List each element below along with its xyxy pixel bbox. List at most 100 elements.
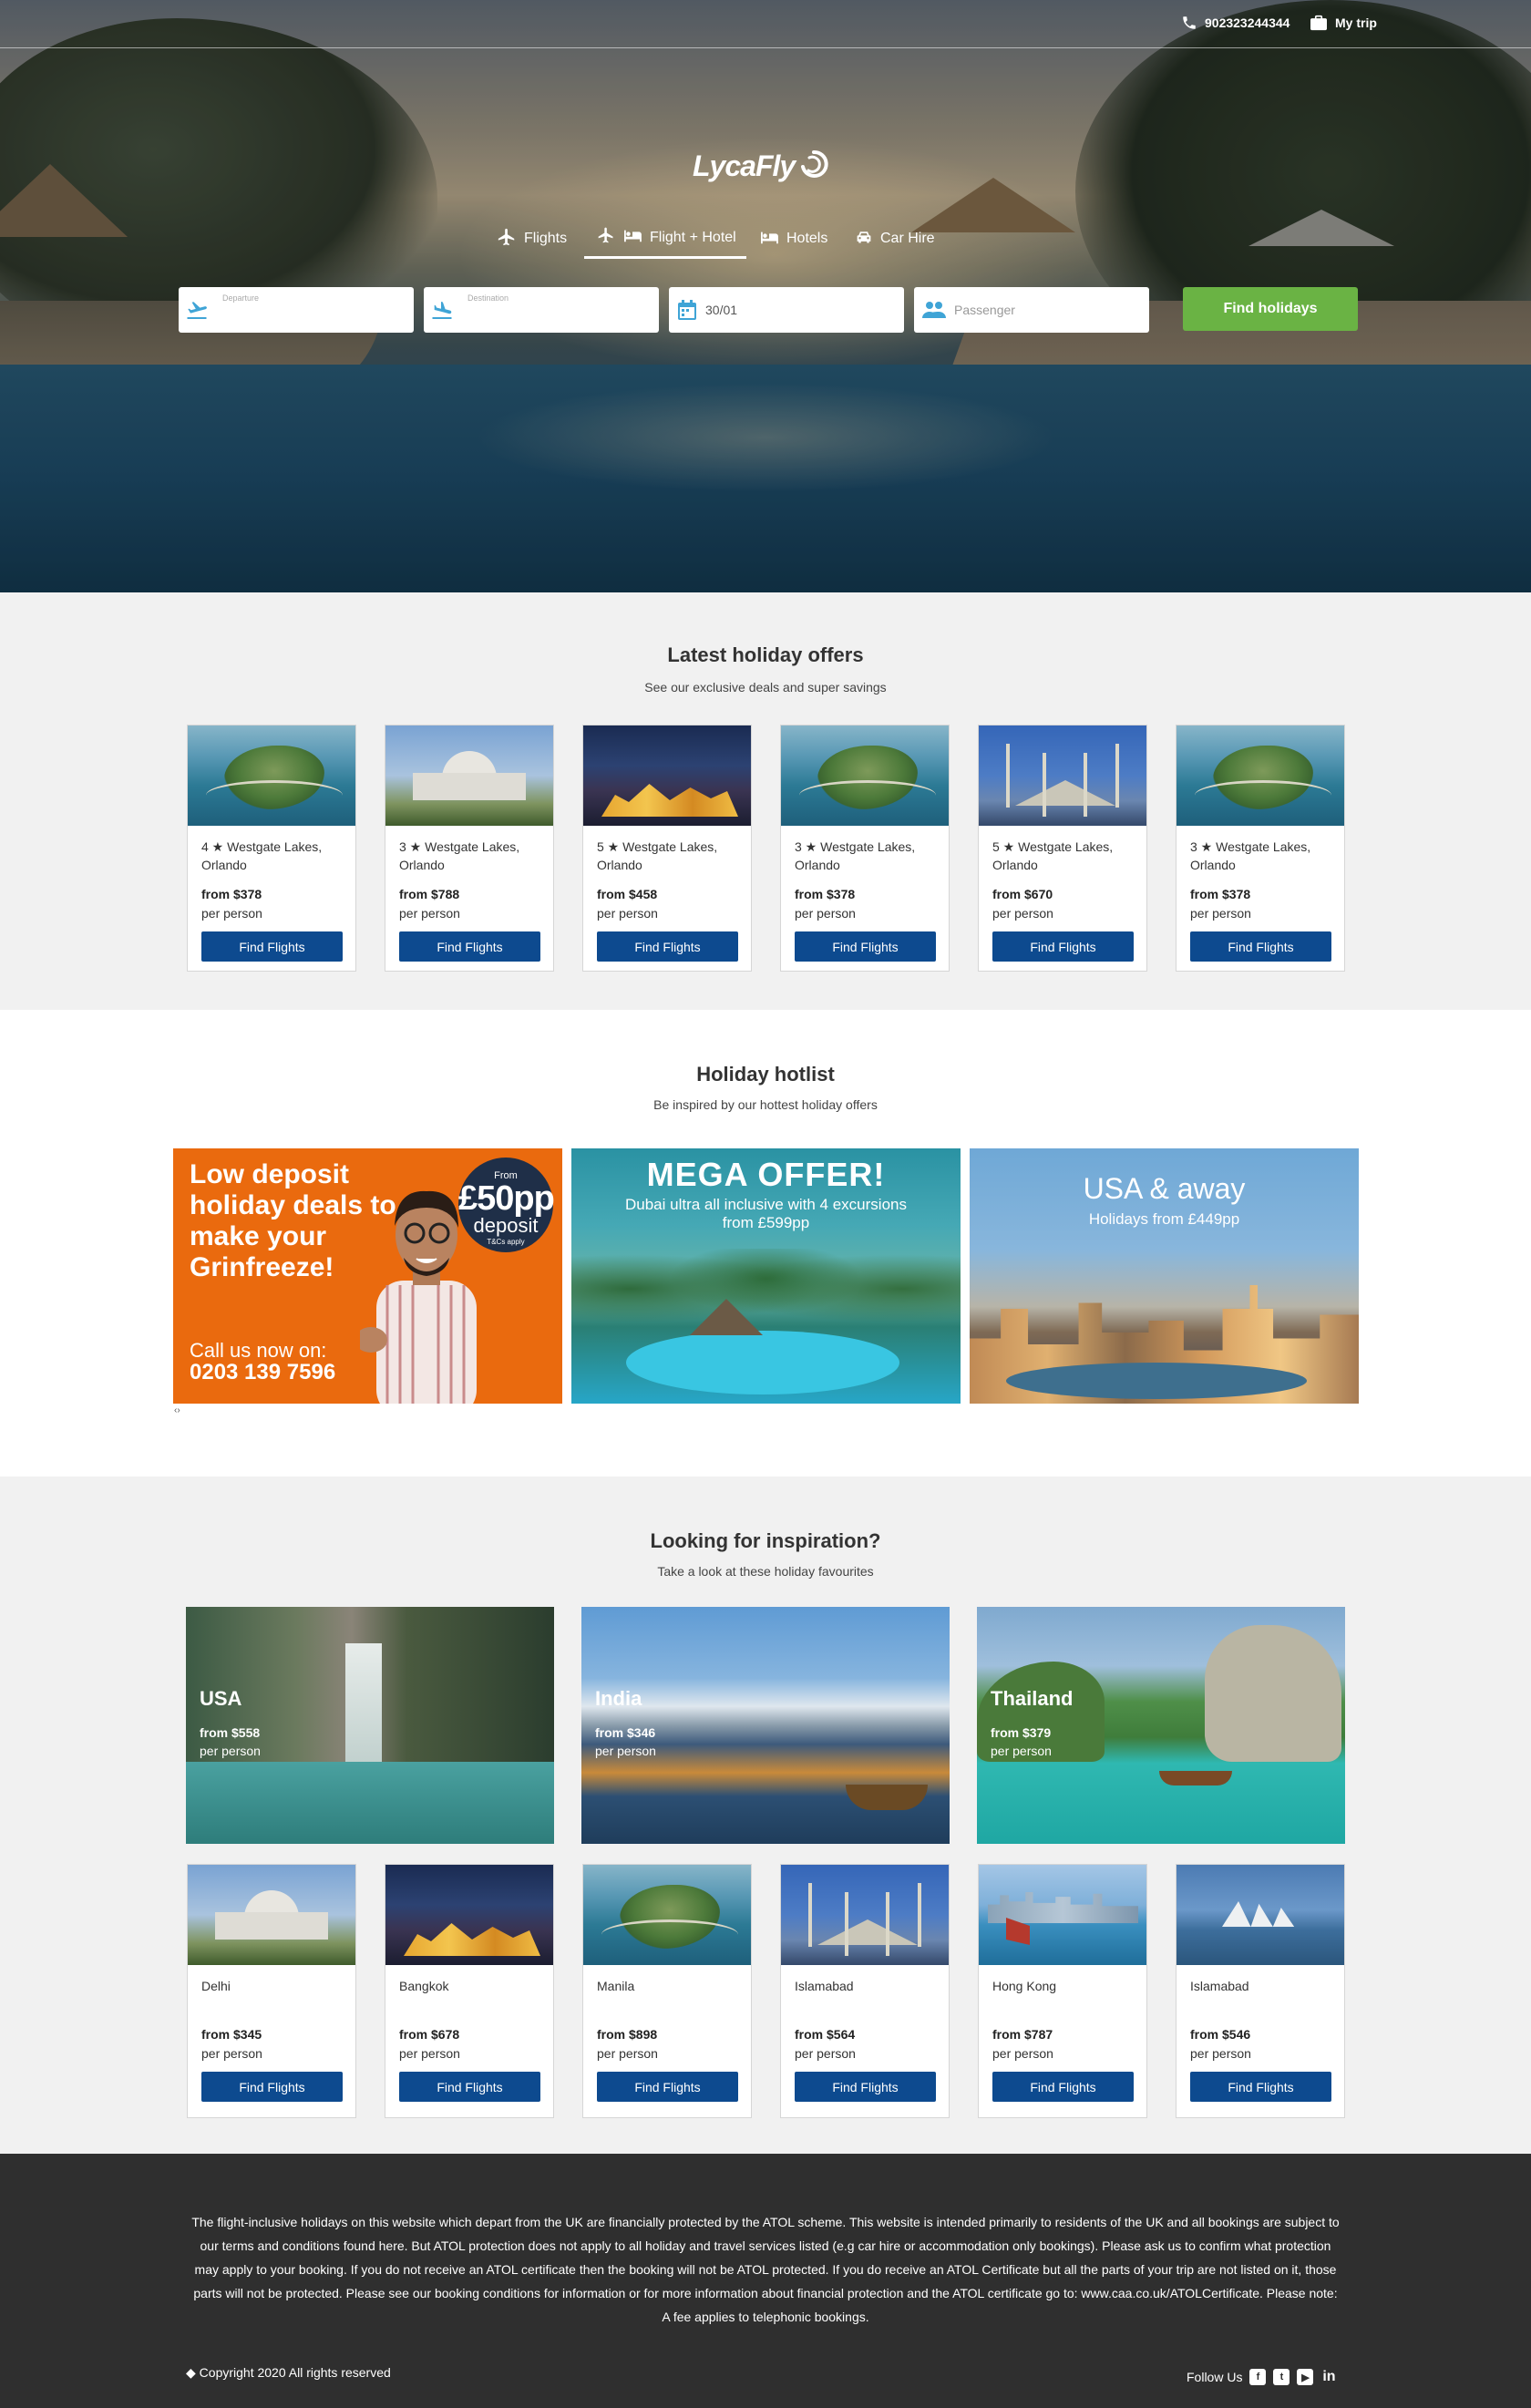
- deposit-badge: From £50pp deposit T&Cs apply: [458, 1158, 555, 1252]
- offer-per: per person: [399, 906, 460, 921]
- tab-car-hire[interactable]: Car Hire: [855, 219, 935, 259]
- destination-image: [781, 1865, 949, 1965]
- search-form: Departure Destination 30/01 Passenger Fi…: [0, 287, 1531, 333]
- departure-field[interactable]: Departure: [179, 287, 414, 333]
- destination-per: per person: [399, 2046, 460, 2061]
- offer-image: [979, 725, 1146, 826]
- youtube-icon[interactable]: ▶: [1297, 2369, 1314, 2385]
- low-deposit-banner[interactable]: Low deposit holiday deals to make your G…: [173, 1148, 562, 1404]
- destination-name: USA: [200, 1687, 242, 1710]
- offer-image: [781, 725, 949, 826]
- hotel-name: 5 ★ Westgate Lakes, Orlando: [992, 839, 1114, 872]
- destination-card: Islamabad from $564 per person Find Flights: [780, 1864, 950, 2118]
- lycafly-logo[interactable]: LycaFly: [693, 146, 838, 186]
- destination-price: from $558: [200, 1725, 261, 1740]
- plane-takeoff-icon: [179, 287, 215, 333]
- find-flights-button[interactable]: Find Flights: [795, 931, 936, 962]
- destination-thailand-card[interactable]: Thailand from $379 per person: [977, 1607, 1345, 1844]
- destination-india-card[interactable]: India from $346 per person: [581, 1607, 950, 1844]
- find-flights-button[interactable]: Find Flights: [201, 2072, 343, 2102]
- destination-usa-card[interactable]: USA from $558 per person: [186, 1607, 554, 1844]
- bed-icon: [622, 227, 642, 248]
- facebook-icon[interactable]: f: [1249, 2369, 1267, 2385]
- usa-away-banner[interactable]: USA & away Holidays from £449pp: [970, 1148, 1359, 1404]
- destination-per: per person: [991, 1744, 1052, 1758]
- hotel-name: 4 ★ Westgate Lakes, Orlando: [201, 839, 323, 872]
- city-name: Delhi: [201, 1979, 231, 1993]
- find-flights-button[interactable]: Find Flights: [597, 2072, 738, 2102]
- follow-us-label: Follow Us: [1187, 2370, 1243, 2384]
- holiday-offer-card: 5 ★ Westgate Lakes, Orlando from $458 per …: [582, 725, 752, 972]
- offer-price: from $458: [597, 887, 658, 901]
- destination-per: per person: [1190, 2046, 1251, 2061]
- find-flights-button[interactable]: Find Flights: [1190, 2072, 1331, 2102]
- destination-per: per person: [597, 2046, 658, 2061]
- hero-banner: 902323244344 My trip LycaFly Flights Fli…: [0, 0, 1531, 592]
- tab-hotels[interactable]: Hotels: [759, 219, 827, 259]
- latest-offers-subtitle: See our exclusive deals and super saving…: [644, 680, 887, 695]
- offer-image: [385, 725, 553, 826]
- holiday-offer-card: 4 ★ Westgate Lakes, Orlando from $378 per …: [187, 725, 356, 972]
- twitter-icon[interactable]: t: [1273, 2369, 1290, 2385]
- passenger-field[interactable]: Passenger: [914, 287, 1149, 333]
- tab-flights[interactable]: Flights: [497, 219, 567, 259]
- destination-price: from $546: [1190, 2027, 1251, 2042]
- city-name: Islamabad: [795, 1979, 854, 1993]
- destination-per: per person: [201, 2046, 262, 2061]
- offer-image: [1177, 725, 1344, 826]
- find-flights-button[interactable]: Find Flights: [597, 931, 738, 962]
- offer-per: per person: [597, 906, 658, 921]
- destination-field[interactable]: Destination: [424, 287, 659, 333]
- usa-away-text: Holidays from £449pp: [1088, 1210, 1240, 1228]
- find-flights-button[interactable]: Find Flights: [992, 2072, 1134, 2102]
- city-name: Bangkok: [399, 1979, 449, 1993]
- destination-card: Islamabad from $546 per person Find Flights: [1176, 1864, 1345, 2118]
- phone-number: 902323244344: [1205, 15, 1290, 30]
- city-name: Hong Kong: [992, 1979, 1057, 1993]
- offer-image: [188, 725, 355, 826]
- find-flights-button[interactable]: Find Flights: [992, 931, 1134, 962]
- phone-link[interactable]: 902323244344: [1181, 15, 1290, 31]
- my-trip-label: My trip: [1335, 15, 1377, 30]
- inspiration-subtitle: Take a look at these holiday favourites: [657, 1564, 874, 1579]
- offer-price: from $378: [795, 887, 856, 901]
- find-flights-button[interactable]: Find Flights: [399, 931, 540, 962]
- destination-card: Bangkok from $678 per person Find Flights: [385, 1864, 554, 2118]
- star-rating: 3: [1190, 839, 1197, 854]
- find-flights-button[interactable]: Find Flights: [201, 931, 343, 962]
- footer: The flight-inclusive holidays on this we…: [0, 2154, 1531, 2408]
- top-bar: 902323244344 My trip: [0, 0, 1531, 48]
- date-field[interactable]: 30/01: [669, 287, 904, 333]
- copyright: ◆ Copyright 2020 All rights reserved: [186, 2365, 391, 2380]
- slider-arrows[interactable]: ‹›: [174, 1405, 180, 1415]
- find-flights-button[interactable]: Find Flights: [399, 2072, 540, 2102]
- departure-placeholder: Departure: [222, 293, 260, 303]
- star-icon: ★: [999, 839, 1019, 854]
- plane-icon: [497, 227, 517, 252]
- tab-flight-hotel[interactable]: Flight + Hotel: [584, 219, 746, 259]
- offer-price: from $788: [399, 887, 460, 901]
- star-rating: 4: [201, 839, 209, 854]
- holiday-offer-card: 3 ★ Westgate Lakes, Orlando from $378 per …: [1176, 725, 1345, 972]
- star-rating: 3: [795, 839, 802, 854]
- star-icon: ★: [406, 839, 426, 854]
- city-name: Islamabad: [1190, 1979, 1249, 1993]
- search-tabs: Flights Flight + Hotel Hotels Car Hire: [0, 219, 1531, 261]
- mega-offer-banner[interactable]: MEGA OFFER! Dubai ultra all inclusive wi…: [571, 1148, 961, 1404]
- hotlist-subtitle: Be inspired by our hottest holiday offer…: [653, 1097, 878, 1112]
- destination-per: per person: [200, 1744, 261, 1758]
- hotlist-title: Holiday hotlist: [696, 1063, 835, 1086]
- banner-call: Call us now on: 0203 139 7596: [190, 1339, 336, 1384]
- my-trip-link[interactable]: My trip: [1310, 15, 1377, 31]
- find-holidays-button[interactable]: Find holidays: [1183, 287, 1358, 331]
- inspiration-title: Looking for inspiration?: [650, 1529, 881, 1552]
- calendar-icon: [669, 287, 705, 333]
- find-flights-button[interactable]: Find Flights: [1190, 931, 1331, 962]
- find-flights-button[interactable]: Find Flights: [795, 2072, 936, 2102]
- latest-offers-title: Latest holiday offers: [667, 643, 864, 666]
- people-icon: [914, 287, 954, 333]
- destination-price: from $898: [597, 2027, 658, 2042]
- star-icon: ★: [603, 839, 623, 854]
- destination-card: Manila from $898 per person Find Flights: [582, 1864, 752, 2118]
- linkedin-icon[interactable]: in: [1320, 2369, 1337, 2385]
